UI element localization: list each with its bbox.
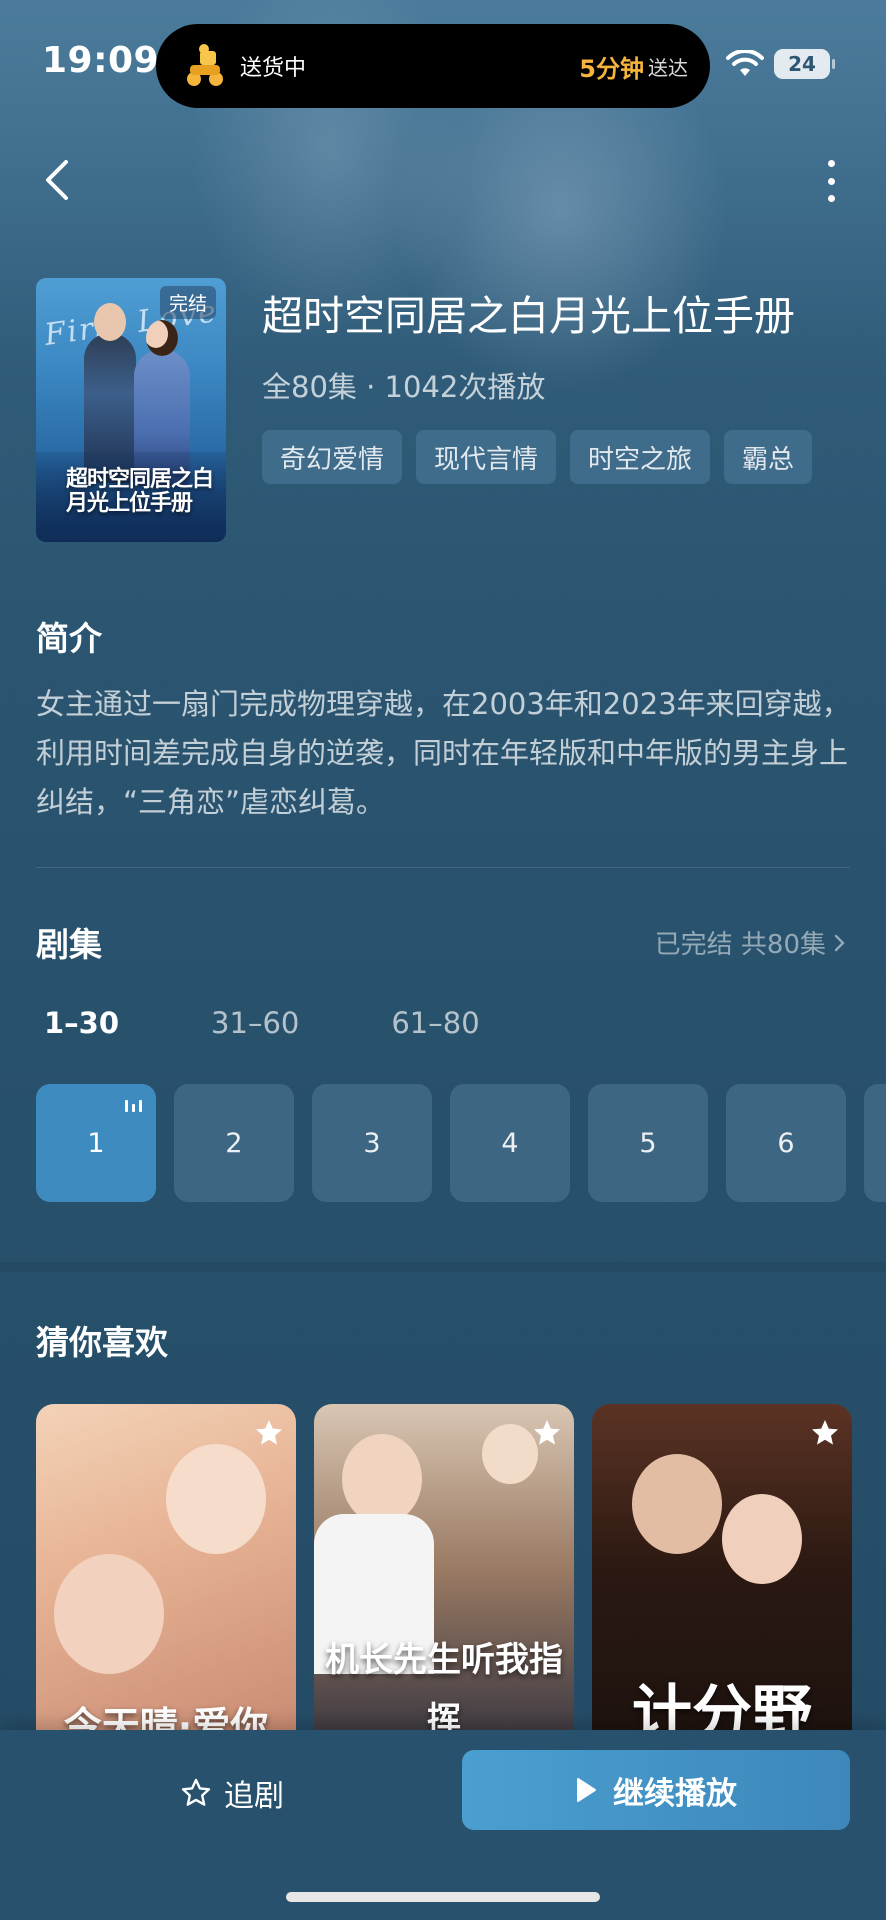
recommend-card[interactable]: 今天晴·爱你 (36, 1404, 296, 1734)
episodes-status-link[interactable]: 已完结 共80集 (655, 924, 846, 961)
more-dot (827, 160, 835, 167)
wifi-icon (726, 50, 764, 76)
episode-number: 6 (777, 1127, 795, 1159)
recommend-list: 今天晴·爱你 机长先生听我指挥 计分野 (36, 1404, 852, 1734)
more-dot (827, 177, 835, 185)
drama-meta: 全80集 · 1042次播放 (262, 370, 546, 404)
episodes-heading: 剧集 (36, 925, 102, 964)
dynamic-island[interactable]: 送货中 5分钟 送达 (156, 24, 710, 108)
more-options-icon[interactable] (816, 156, 846, 206)
playing-indicator-icon (125, 1100, 142, 1112)
genre-tag[interactable]: 霸总 (724, 430, 813, 484)
battery-indicator: 24 (774, 49, 835, 79)
episode-button-partial[interactable] (864, 1084, 886, 1202)
episode-list: 1 2 3 4 5 6 (36, 1084, 886, 1202)
poster-face (54, 1554, 164, 1674)
delivery-eta: 5分钟 (579, 54, 644, 83)
play-label: 继续播放 (613, 1775, 737, 1812)
more-dot (827, 195, 835, 202)
synopsis-heading: 简介 (36, 619, 102, 658)
drama-title: 超时空同居之白月光上位手册 (262, 292, 795, 340)
genre-tags: 奇幻爱情 现代言情 时空之旅 霸总 (262, 430, 813, 484)
tab-range-31-60[interactable]: 31–60 (211, 1006, 299, 1040)
episode-button[interactable]: 6 (726, 1084, 846, 1202)
status-time: 19:09 (42, 40, 160, 81)
tab-range-61-80[interactable]: 61–80 (391, 1006, 479, 1040)
poster-face (482, 1424, 538, 1484)
completed-badge: 完结 (159, 286, 216, 319)
episode-number: 3 (363, 1127, 381, 1159)
poster-title: 超时空同居之白月光上位手册 (66, 467, 214, 516)
delivery-scooter-icon (187, 44, 223, 86)
episode-button[interactable]: 4 (450, 1084, 570, 1202)
divider (36, 867, 850, 868)
poster-face (722, 1494, 802, 1584)
recommend-heading: 猜你喜欢 (36, 1323, 168, 1362)
episode-button[interactable]: 1 (36, 1084, 156, 1202)
episode-number: 4 (501, 1127, 519, 1159)
recommend-poster-text: 今天晴·爱你 (63, 1704, 269, 1734)
episode-number: 2 (225, 1127, 243, 1159)
episode-number: 5 (639, 1127, 657, 1159)
episode-number: 1 (87, 1127, 105, 1159)
poster-face (166, 1444, 266, 1554)
episode-button[interactable]: 5 (588, 1084, 708, 1202)
star-icon[interactable] (254, 1418, 284, 1448)
recommend-poster-text: 机长先生听我指挥 (325, 1640, 563, 1734)
star-icon[interactable] (810, 1418, 840, 1448)
chevron-right-icon (834, 934, 845, 951)
delivery-status: 送货中 (240, 56, 307, 81)
recommend-poster-text: 计分野 (632, 1679, 812, 1734)
synopsis-text: 女主通过一扇门完成物理穿越，在2003年和2023年来回穿越，利用时间差完成自身… (36, 687, 851, 819)
episodes-status: 已完结 共80集 (654, 930, 826, 960)
star-outline-icon (181, 1778, 211, 1806)
delivery-eta-suffix: 送达 (648, 55, 688, 80)
tab-range-1-30[interactable]: 1–30 (44, 1006, 119, 1040)
recommend-card[interactable]: 机长先生听我指挥 (314, 1404, 574, 1734)
follow-label: 追剧 (224, 1779, 284, 1814)
section-separator (0, 1262, 886, 1272)
episode-button[interactable]: 2 (174, 1084, 294, 1202)
home-indicator[interactable] (286, 1892, 600, 1902)
episode-button[interactable]: 3 (312, 1084, 432, 1202)
drama-poster: First Love 超时空同居之白月光上位手册 完结 (36, 278, 226, 542)
continue-play-button[interactable]: 继续播放 (462, 1750, 850, 1830)
episode-range-tabs: 1–30 31–60 61–80 (44, 1006, 572, 1040)
recommend-card[interactable]: 计分野 (592, 1404, 852, 1734)
poster-face (632, 1454, 722, 1554)
genre-tag[interactable]: 奇幻爱情 (262, 430, 403, 484)
play-icon (577, 1778, 596, 1802)
follow-button[interactable]: 追剧 (180, 1768, 284, 1818)
star-icon[interactable] (532, 1418, 562, 1448)
genre-tag[interactable]: 现代言情 (416, 430, 557, 484)
genre-tag[interactable]: 时空之旅 (570, 430, 711, 484)
back-icon[interactable] (40, 158, 80, 202)
poster-face (342, 1434, 422, 1524)
